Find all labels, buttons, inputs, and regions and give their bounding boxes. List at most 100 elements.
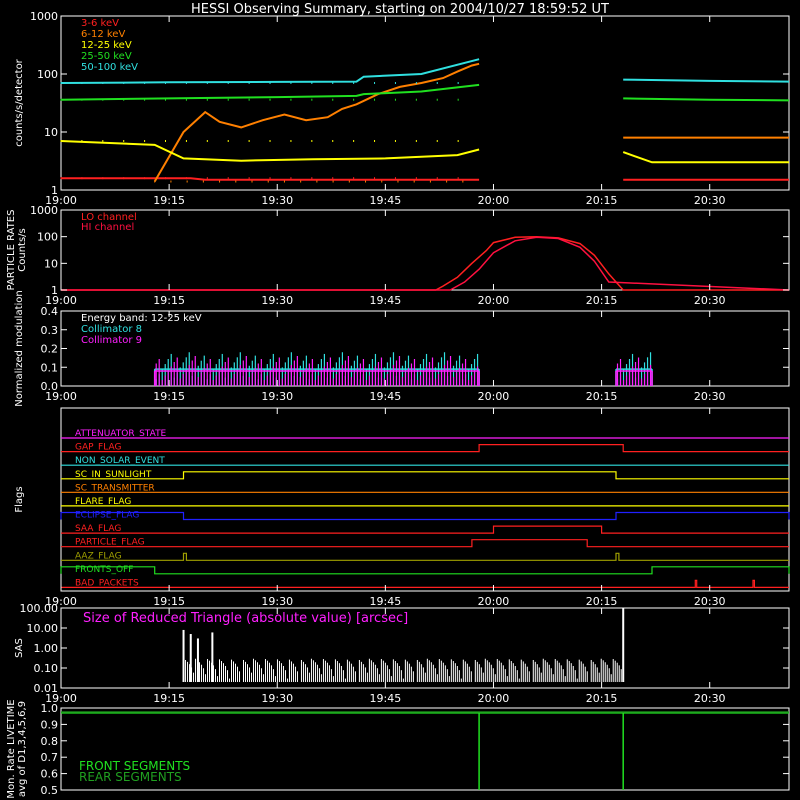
- chart-title: HESSI Observing Summary, starting on 200…: [191, 2, 609, 17]
- y-tick-label: 0.1: [41, 361, 59, 374]
- flag-line-3: [61, 471, 789, 480]
- flag-line-9: [61, 552, 789, 561]
- x-tick-label: 19:30: [261, 595, 293, 608]
- x-tick-label: 20:30: [694, 194, 726, 207]
- y-tick-label: 0.3: [41, 324, 59, 337]
- legend-entry-4: 50-100 keV: [81, 62, 138, 73]
- flag-label-8: PARTICLE_FLAG: [75, 538, 145, 548]
- flag-label-4: SC_TRANSMITTER: [75, 483, 155, 493]
- x-tick-label: 19:30: [261, 390, 293, 403]
- y-tick-label: 1000: [30, 204, 58, 217]
- x-tick-label: 20:30: [694, 692, 726, 705]
- flag-line-10: [60, 566, 790, 575]
- y-tick-label: 0.4: [41, 305, 59, 318]
- plot-frame-0: [60, 15, 790, 191]
- particle-line-1: [61, 236, 790, 291]
- particle-line-0: [61, 235, 789, 291]
- flag-line-11: [61, 579, 789, 589]
- legend-entry-livetime-1: REAR SEGMENTS: [79, 770, 182, 784]
- y-axis-label-5: avg of D1,3,4,5,6,9: [17, 701, 28, 797]
- y-tick-label: 10.00: [27, 622, 59, 635]
- sas-annotation: Size of Reduced Triangle (absolute value…: [83, 611, 408, 626]
- series-line-2: [60, 140, 480, 162]
- x-tick-label: 20:00: [478, 390, 510, 403]
- x-tick-label: 19:30: [261, 692, 293, 705]
- x-tick-label: 20:00: [478, 194, 510, 207]
- flag-label-11: BAD_PACKETS: [75, 578, 139, 588]
- x-tick-label: 19:45: [370, 692, 402, 705]
- flag-label-0: ATTENUATOR_STATE: [75, 429, 167, 439]
- legend-entry-3: 25-50 keV: [81, 51, 132, 62]
- y-axis-label-4: SAS: [14, 638, 25, 658]
- series-line-resume-3: [623, 97, 790, 102]
- hessi-observing-summary: HESSI Observing Summary, starting on 200…: [6, 2, 790, 799]
- x-tick-label: 19:00: [45, 390, 77, 403]
- y-tick-label: 0.10: [34, 662, 59, 675]
- flag-line-8: [61, 539, 789, 548]
- flag-label-1: GAP_FLAG: [75, 443, 121, 453]
- y-tick-label: 0.7: [41, 751, 59, 764]
- x-tick-label: 20:15: [586, 194, 618, 207]
- y-tick-label: 0.6: [41, 768, 59, 781]
- x-tick-label: 19:15: [153, 595, 185, 608]
- x-tick-label: 20:00: [478, 595, 510, 608]
- flag-line-6: [60, 511, 790, 521]
- y-axis-label-5: Mon. Rate LIVETIME: [6, 699, 17, 798]
- y-tick-label: 0.8: [41, 735, 59, 748]
- x-tick-label: 19:45: [370, 390, 402, 403]
- legend-entry-mod-1: Collimator 9: [81, 335, 142, 346]
- flag-label-9: AAZ_FLAG: [75, 551, 122, 561]
- flag-line-1: [61, 444, 789, 453]
- y-axis-label-1: Counts/s: [17, 228, 28, 272]
- x-tick-label: 20:30: [694, 595, 726, 608]
- plot-frame-1: [60, 209, 790, 291]
- x-tick-label: 20:30: [694, 294, 726, 307]
- legend-entry-0: 3-6 keV: [81, 18, 119, 29]
- flag-label-5: FLARE_FLAG: [75, 497, 131, 507]
- series-line-3: [60, 83, 480, 101]
- panels-group: 3-6 keV6-12 keV12-25 keV25-50 keV50-100 …: [6, 10, 790, 799]
- y-axis-label-2: Normalized modulation: [14, 290, 25, 407]
- y-axis-label-3: Flags: [14, 486, 25, 512]
- energy-band-annotation: Energy band: 12-25 keV: [81, 313, 202, 324]
- legend-entry-1: 6-12 keV: [81, 29, 125, 40]
- flag-label-2: NON_SOLAR_EVENT: [75, 456, 165, 466]
- y-tick-label: 100.00: [20, 602, 59, 615]
- y-tick-label: 0.9: [41, 718, 59, 731]
- series-line-resume-4: [623, 78, 790, 83]
- x-tick-label: 19:15: [153, 194, 185, 207]
- x-tick-label: 19:30: [261, 194, 293, 207]
- x-tick-label: 19:45: [370, 194, 402, 207]
- y-tick-label: 0.5: [41, 784, 59, 797]
- x-tick-label: 19:15: [153, 692, 185, 705]
- y-tick-label: 10: [44, 126, 58, 139]
- x-tick-label: 20:00: [478, 692, 510, 705]
- flag-label-6: ECLIPSE_FLAG: [75, 511, 139, 521]
- y-tick-label: 100: [37, 231, 58, 244]
- x-tick-label: 19:15: [153, 390, 185, 403]
- flag-label-10: FRONTS_OFF: [75, 565, 133, 575]
- plot-frame-3: [60, 407, 790, 592]
- flag-line-7: [61, 525, 789, 534]
- x-tick-label: 19:30: [261, 294, 293, 307]
- legend-entry-2: 12-25 keV: [81, 40, 132, 51]
- x-tick-label: 20:30: [694, 390, 726, 403]
- series-line-resume-2: [622, 151, 789, 164]
- y-tick-label: 1000: [30, 10, 58, 23]
- legend-entry-mod-0: Collimator 8: [81, 324, 142, 335]
- flag-label-7: SAA_FLAG: [75, 524, 121, 534]
- x-tick-label: 20:15: [586, 294, 618, 307]
- x-tick-label: 19:45: [370, 294, 402, 307]
- x-tick-label: 20:15: [586, 692, 618, 705]
- x-tick-label: 19:45: [370, 595, 402, 608]
- y-tick-label: 10: [44, 257, 58, 270]
- x-tick-label: 20:00: [478, 294, 510, 307]
- y-tick-label: 0.2: [41, 343, 59, 356]
- y-tick-label: 100: [37, 68, 58, 81]
- flag-label-3: SC_IN_SUNLIGHT: [75, 470, 152, 480]
- y-tick-label: 1.00: [34, 642, 59, 655]
- y-axis-label-1: PARTICLE RATES: [6, 210, 17, 291]
- x-tick-label: 20:15: [586, 390, 618, 403]
- legend-entry-particle-1: HI channel: [81, 222, 134, 233]
- x-tick-label: 20:15: [586, 595, 618, 608]
